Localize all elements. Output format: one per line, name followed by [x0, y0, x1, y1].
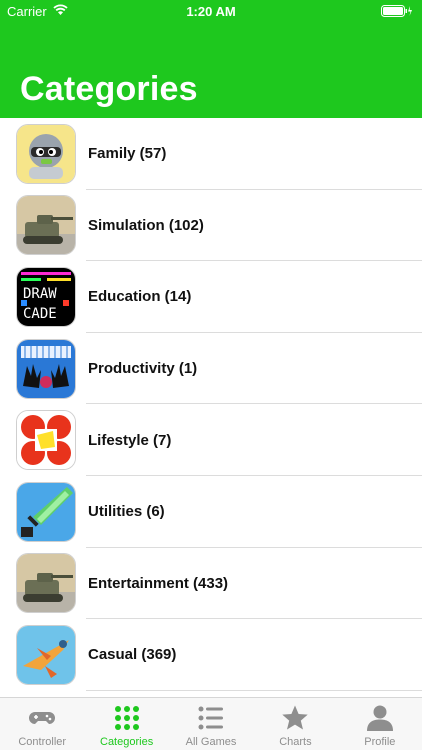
- drawcade-pixel-icon: DRAW CADE: [16, 266, 76, 327]
- tab-profile[interactable]: Profile: [338, 698, 422, 750]
- list-item-family[interactable]: Family (57): [0, 118, 422, 190]
- plane-game-icon: [16, 624, 76, 685]
- category-label: Simulation (102): [88, 216, 204, 234]
- category-label: Lifestyle (7): [88, 431, 172, 449]
- category-label: Education (14): [88, 288, 192, 306]
- tab-label: All Games: [185, 736, 237, 748]
- list-item-casual[interactable]: Casual (369): [0, 619, 422, 691]
- category-label: Utilities (6): [88, 503, 165, 521]
- tank-game-icon: [16, 195, 76, 256]
- tab-bar: Controller Categories All Games Charts P…: [0, 697, 422, 750]
- hands-piano-icon: [16, 338, 76, 399]
- category-label: Entertainment (433): [88, 574, 229, 592]
- star-icon: [282, 705, 309, 730]
- gamepad-icon: [29, 712, 56, 724]
- tab-controller[interactable]: Controller: [0, 698, 84, 750]
- tab-all-games[interactable]: All Games: [169, 698, 253, 750]
- list-item-entertainment[interactable]: Entertainment (433): [0, 548, 422, 620]
- clock: 1:20 AM: [186, 4, 236, 19]
- category-label: Casual (369): [88, 646, 177, 664]
- tab-label: Categories: [100, 736, 154, 748]
- categories-list[interactable]: Family (57) Simulation (102) DRAW CADE E…: [0, 118, 422, 698]
- pixel-sword-icon: [16, 481, 76, 542]
- svg-text:DRAW: DRAW: [23, 286, 57, 302]
- category-label: Productivity (1): [88, 360, 198, 378]
- tank-game-icon: [16, 553, 76, 614]
- status-bar: Carrier 1:20 AM: [0, 0, 422, 24]
- list-item-lifestyle[interactable]: Lifestyle (7): [0, 404, 422, 476]
- page-title: Categories: [20, 70, 198, 108]
- svg-text:CADE: CADE: [23, 306, 57, 322]
- list-icon: [198, 706, 224, 730]
- list-item-productivity[interactable]: Productivity (1): [0, 333, 422, 405]
- battery-icon: [381, 5, 412, 17]
- tab-label: Controller: [18, 736, 67, 748]
- list-item-education[interactable]: DRAW CADE Education (14): [0, 261, 422, 333]
- header: Carrier 1:20 AM Categories: [0, 0, 422, 118]
- list-item-utilities[interactable]: Utilities (6): [0, 476, 422, 548]
- tab-charts[interactable]: Charts: [253, 698, 337, 750]
- list-item-simulation[interactable]: Simulation (102): [0, 190, 422, 262]
- tab-label: Profile: [364, 736, 396, 748]
- grid-icon: [114, 706, 139, 730]
- category-label: Family (57): [88, 145, 167, 163]
- person-icon: [366, 705, 393, 731]
- tab-label: Charts: [279, 736, 312, 748]
- tab-categories[interactable]: Categories: [84, 698, 168, 750]
- red-yellow-puzzle-icon: [16, 410, 76, 471]
- knight-game-icon: [16, 123, 76, 184]
